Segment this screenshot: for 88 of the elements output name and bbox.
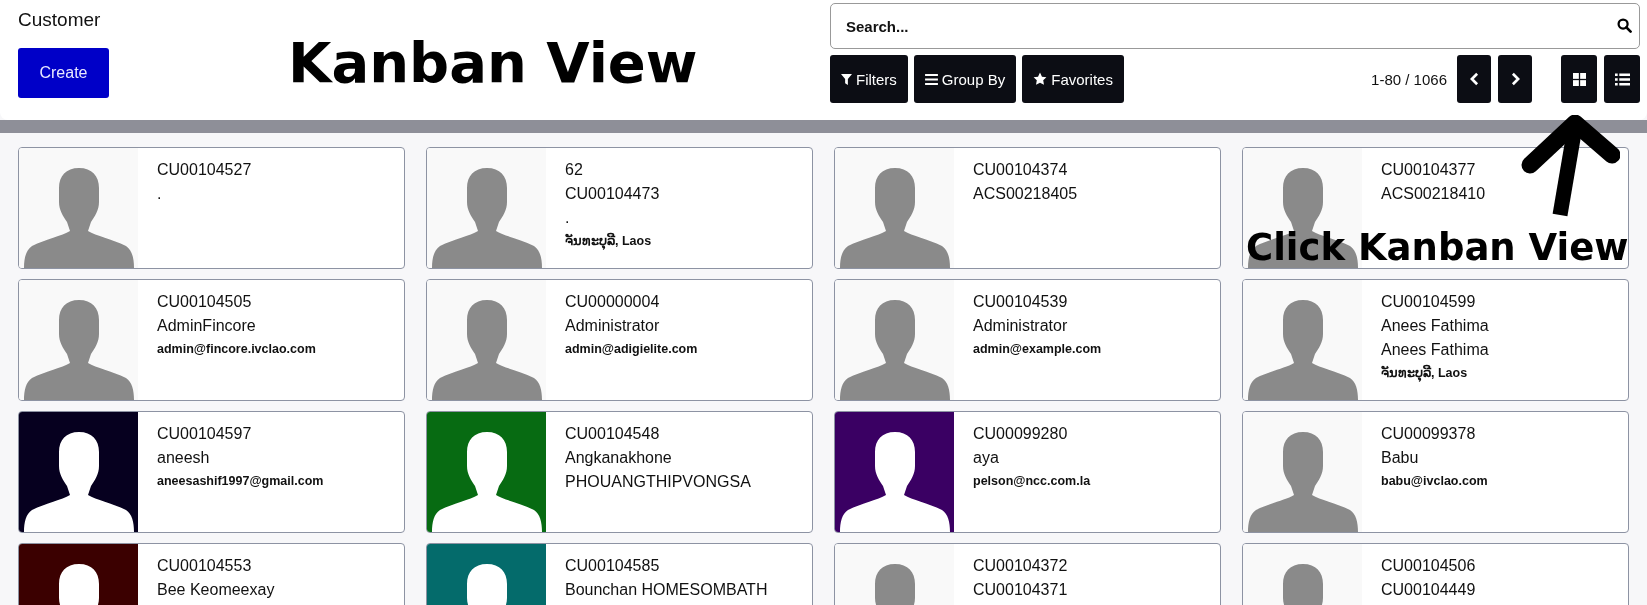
person-silhouette-icon bbox=[22, 168, 135, 268]
customer-card[interactable]: CU00099378 Babu babu@ivclao.com bbox=[1242, 411, 1629, 533]
card-field: CU00104372 bbox=[973, 554, 1068, 578]
person-silhouette-icon bbox=[838, 300, 951, 400]
card-field: Administrator bbox=[565, 314, 698, 338]
card-detail: ຈັນທະບຸລີ, Laos bbox=[1381, 363, 1469, 384]
customer-card[interactable]: CU00104505 AdminFincore admin@fincore.ivclao.com bbox=[18, 279, 405, 401]
card-field: CU00104548 bbox=[565, 422, 812, 446]
person-silhouette-icon bbox=[430, 168, 543, 268]
customer-card[interactable]: CU00104372 CU00104371 bbox=[834, 543, 1221, 605]
page-title: Customer bbox=[18, 9, 102, 31]
customer-card[interactable]: CU00104527 . bbox=[18, 147, 405, 269]
card-field: ACS00218410 bbox=[1381, 182, 1486, 206]
search-icon bbox=[1617, 18, 1632, 33]
customer-card[interactable]: CU00104548 Angkanakhone PHOUANGTHIPVONGSA bbox=[426, 411, 813, 533]
star-icon bbox=[1033, 72, 1048, 86]
customer-card[interactable]: CU00104553 Bee Keomeexay bbox=[18, 543, 405, 605]
group-by-button[interactable]: Group By bbox=[913, 55, 1017, 103]
card-detail: ຈັນທະບຸລີ, Laos bbox=[565, 231, 653, 252]
customer-card[interactable]: 62 CU00104473 . ຈັນທະບຸລີ, Laos bbox=[426, 147, 813, 269]
customer-card[interactable]: CU00104539 Administrator admin@example.com bbox=[834, 279, 1221, 401]
person-silhouette-icon bbox=[1246, 300, 1359, 400]
card-field: Anees Fathima bbox=[1381, 338, 1489, 362]
card-field: . bbox=[565, 206, 660, 230]
annotation-title: Kanban View bbox=[288, 30, 698, 95]
customer-card[interactable]: CU00104374 ACS00218405 bbox=[834, 147, 1221, 269]
card-field: Administrator bbox=[973, 314, 1102, 338]
customer-card[interactable]: CU00104597 aneesh aneesashif1997@gmail.com bbox=[18, 411, 405, 533]
card-field: Babu bbox=[1381, 446, 1488, 470]
card-field: . bbox=[157, 182, 252, 206]
person-silhouette-icon bbox=[430, 432, 543, 532]
filter-icon bbox=[841, 73, 852, 85]
chevron-left-icon bbox=[1469, 72, 1479, 86]
card-field: CU00104599 bbox=[1381, 290, 1489, 314]
kanban-view-button[interactable] bbox=[1561, 55, 1597, 103]
card-detail: admin@example.com bbox=[973, 341, 1102, 358]
card-detail: babu@ivclao.com bbox=[1381, 473, 1488, 490]
card-field: CU00104597 bbox=[157, 422, 324, 446]
person-silhouette-icon bbox=[1246, 432, 1359, 532]
create-button[interactable]: Create bbox=[18, 48, 109, 98]
filters-button[interactable]: Filters bbox=[830, 55, 908, 103]
grid-icon bbox=[1572, 72, 1586, 86]
card-field: ACS00218405 bbox=[973, 182, 1078, 206]
list-view-button[interactable] bbox=[1604, 55, 1640, 103]
card-field: AdminFincore bbox=[157, 314, 316, 338]
card-field: CU00104374 bbox=[973, 158, 1078, 182]
card-detail: pelson@ncc.com.la bbox=[973, 473, 1091, 490]
card-field: Bee Keomeexay bbox=[157, 578, 275, 602]
card-field: CU00104377 bbox=[1381, 158, 1486, 182]
pager-counter: 1-80 / 1066 bbox=[1371, 70, 1447, 88]
customer-card[interactable]: CU00099280 aya pelson@ncc.com.la bbox=[834, 411, 1221, 533]
card-field: Angkanakhone PHOUANGTHIPVONGSA bbox=[565, 446, 812, 494]
card-field: CU00104585 bbox=[565, 554, 768, 578]
card-field: CU00104371 bbox=[973, 578, 1068, 602]
person-silhouette-icon bbox=[430, 300, 543, 400]
card-field: aya bbox=[973, 446, 1091, 470]
customer-card[interactable]: CU00104506 CU00104449 bbox=[1242, 543, 1629, 605]
card-field: CU00104449 bbox=[1381, 578, 1476, 602]
card-field: CU00099280 bbox=[973, 422, 1091, 446]
card-field: Anees Fathima bbox=[1381, 314, 1489, 338]
person-silhouette-icon bbox=[22, 300, 135, 400]
person-silhouette-icon bbox=[838, 168, 951, 268]
next-button[interactable] bbox=[1498, 55, 1532, 103]
person-silhouette-icon bbox=[838, 432, 951, 532]
favorites-button[interactable]: Favorites bbox=[1022, 55, 1124, 103]
list-icon bbox=[1614, 72, 1630, 86]
card-field: aneesh bbox=[157, 446, 324, 470]
card-field: CU00104539 bbox=[973, 290, 1102, 314]
card-field: CU00104506 bbox=[1381, 554, 1476, 578]
chevron-right-icon bbox=[1510, 72, 1520, 86]
menu-icon bbox=[924, 73, 938, 85]
customer-card[interactable]: CU00104585 Bounchan HOMESOMBATH bbox=[426, 543, 813, 605]
customer-card[interactable]: CU00000004 Administrator admin@adigielite.com bbox=[426, 279, 813, 401]
person-silhouette-icon bbox=[22, 432, 135, 532]
card-field: CU00104527 bbox=[157, 158, 252, 182]
card-field: Bounchan HOMESOMBATH bbox=[565, 578, 768, 602]
card-field: CU00104505 bbox=[157, 290, 316, 314]
customer-card[interactable]: CU00104599 Anees Fathima Anees Fathima ຈັນທະບຸລີ, Laos bbox=[1242, 279, 1629, 401]
previous-button[interactable] bbox=[1457, 55, 1491, 103]
search-field[interactable]: Search... bbox=[830, 3, 1640, 49]
card-field: CU00000004 bbox=[565, 290, 698, 314]
card-field: 62 bbox=[565, 158, 660, 182]
card-detail: admin@adigielite.com bbox=[565, 341, 698, 358]
card-field: CU00099378 bbox=[1381, 422, 1488, 446]
card-field: CU00104553 bbox=[157, 554, 275, 578]
card-detail: aneesashif1997@gmail.com bbox=[157, 473, 324, 490]
card-detail: admin@fincore.ivclao.com bbox=[157, 341, 316, 358]
card-field: CU00104473 bbox=[565, 182, 660, 206]
